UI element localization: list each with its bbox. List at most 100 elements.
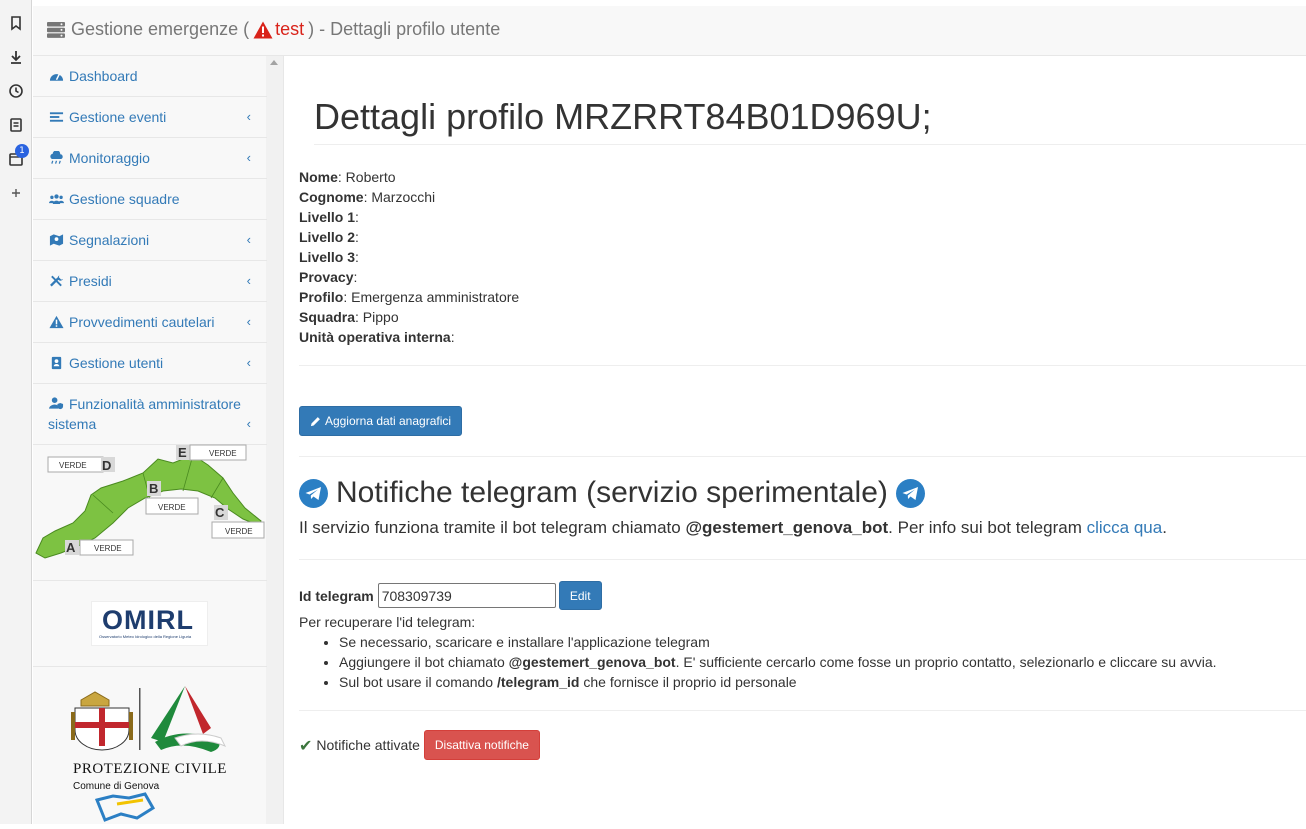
pc-subtitle: Comune di Genova: [73, 781, 160, 792]
title-suffix: ) - Dettagli profilo utente: [308, 19, 501, 39]
field-provacy: Provacy:: [299, 269, 358, 285]
bookmark-icon[interactable]: [5, 12, 27, 34]
update-divider: [299, 456, 1306, 457]
telegram-divider: [299, 559, 1306, 560]
telegram-section-title: Notifiche telegram (servizio sperimental…: [299, 476, 925, 510]
env-label: test: [275, 19, 305, 39]
chevron-left-icon: ‹: [246, 232, 251, 247]
sidebar-item-label: Funzionalità amministratore sistema: [48, 396, 241, 432]
instruction-step: Se necessario, scaricare e installare l'…: [339, 632, 1217, 652]
list-icon: [48, 110, 64, 124]
address-book-icon: [48, 356, 64, 370]
sidebar: Dashboard Gestione eventi ‹ Monitoraggio…: [33, 56, 284, 824]
chevron-left-icon: ‹: [246, 355, 251, 370]
sidebar-item-gestione-eventi[interactable]: Gestione eventi ‹: [33, 97, 267, 138]
zone-c-letter: C: [215, 505, 225, 520]
zone-e-letter: E: [178, 445, 187, 460]
field-nome: Nome: Roberto: [299, 169, 396, 185]
instruction-step: Sul bot usare il comando /telegram_id ch…: [339, 672, 1217, 692]
zone-d-letter: D: [102, 458, 111, 473]
zone-b-status: VERDE: [158, 503, 186, 512]
telegram-id-label: Id telegram: [299, 587, 374, 604]
sidebar-item-label: Gestione eventi: [69, 109, 167, 125]
liguria-alert-map[interactable]: VERDE D E VERDE B VERDE C VERDE A VERDE: [33, 443, 267, 581]
protezione-civile-emblem: PROTEZIONE CIVILE Comune di Genova: [71, 686, 226, 822]
field-profilo: Profilo: Emergenza amministratore: [299, 289, 520, 305]
sidebar-item-gestione-squadre[interactable]: Gestione squadre: [33, 179, 267, 220]
page-title: Dettagli profilo MRZRRT84B01D969U;: [314, 96, 932, 137]
tools-icon: [48, 274, 64, 288]
sidebar-item-monitoraggio[interactable]: Monitoraggio ‹: [33, 138, 267, 179]
users-icon: [48, 192, 64, 206]
sidebar-item-gestione-utenti[interactable]: Gestione utenti ‹: [33, 343, 267, 384]
field-livello-1: Livello 1:: [299, 209, 359, 225]
sidebar-item-label: Provvedimenti cautelari: [69, 314, 215, 330]
notification-status: Notifiche attivate: [316, 737, 420, 753]
notification-status-row: ✔ Notifiche attivate Disattiva notifiche: [299, 730, 540, 760]
disable-notifications-button[interactable]: Disattiva notifiche: [423, 730, 540, 760]
telegram-id-row: Id telegram Edit: [299, 581, 602, 610]
browser-side-toolbar: 1: [0, 0, 32, 824]
field-cognome: Cognome: Marzocchi: [299, 189, 436, 205]
user-shield-icon: [48, 396, 64, 410]
pencil-icon: [310, 416, 320, 426]
omirl-subtitle: Osservatorio Meteo Idrologico della Regi…: [99, 634, 192, 639]
zone-a-letter: A: [66, 540, 76, 555]
zone-e-status: VERDE: [209, 449, 237, 458]
sidebar-item-label: Presidi: [69, 273, 112, 289]
server-icon: [47, 21, 65, 38]
telegram-icon: [895, 478, 925, 508]
telegram-icon: [299, 478, 328, 508]
sidebar-scrollbar[interactable]: [266, 56, 283, 824]
zone-c-status: VERDE: [225, 527, 253, 536]
history-icon[interactable]: [5, 80, 27, 102]
sidebar-item-segnalazioni[interactable]: Segnalazioni ‹: [33, 220, 267, 261]
edit-button[interactable]: Edit: [558, 581, 602, 610]
sidebar-item-dashboard[interactable]: Dashboard: [33, 56, 267, 97]
details-divider: [299, 365, 1306, 366]
omirl-title: OMIRL: [102, 605, 194, 635]
notification-badge: 1: [15, 144, 29, 158]
zone-a-status: VERDE: [94, 544, 122, 553]
chevron-left-icon: ‹: [246, 273, 251, 288]
sidebar-item-label: Gestione squadre: [69, 191, 180, 207]
download-icon[interactable]: [5, 46, 27, 68]
omirl-logo: OMIRL Osservatorio Meteo Idrologico dell…: [91, 601, 208, 646]
map-marker-icon: [48, 233, 64, 247]
protezione-civile-logo[interactable]: PROTEZIONE CIVILE Comune di Genova: [33, 668, 267, 824]
app-title[interactable]: Gestione emergenze ( test ) - Dettagli p…: [47, 19, 500, 40]
field-livello-3: Livello 3:: [299, 249, 359, 265]
dashboard-icon: [48, 69, 64, 83]
top-navbar: Gestione emergenze ( test ) - Dettagli p…: [33, 0, 1306, 56]
sidebar-item-provvedimenti-cautelari[interactable]: Provvedimenti cautelari ‹: [33, 302, 267, 343]
sidebar-item-label: Dashboard: [69, 68, 138, 84]
warning-icon: [48, 315, 64, 329]
add-icon[interactable]: [5, 182, 27, 204]
info-link[interactable]: clicca qua: [1087, 518, 1163, 537]
liguria-map-image: VERDE D E VERDE B VERDE C VERDE A VERDE: [35, 444, 265, 559]
chevron-left-icon: ‹: [246, 150, 251, 165]
omirl-link[interactable]: OMIRL Osservatorio Meteo Idrologico dell…: [33, 582, 267, 667]
bot-name: @gestemert_genova_bot: [685, 518, 889, 537]
telegram-instructions: Per recuperare l'id telegram: Se necessa…: [299, 612, 1217, 692]
telegram-id-input[interactable]: [377, 583, 556, 608]
sidebar-item-funzionalita-amministratore[interactable]: Funzionalità amministratore sistema ‹: [33, 384, 267, 445]
profile-details: Nome: Roberto Cognome: Marzocchi Livello…: [299, 167, 519, 347]
zone-b-letter: B: [149, 481, 158, 496]
scroll-up-arrow[interactable]: [270, 60, 278, 65]
check-icon: ✔: [299, 735, 313, 755]
reading-list-icon[interactable]: [5, 114, 27, 136]
update-profile-button[interactable]: Aggiorna dati anagrafici: [299, 406, 462, 436]
sidebar-item-label: Gestione utenti: [69, 355, 164, 371]
zone-d-status: VERDE: [59, 461, 87, 470]
title-divider: [314, 144, 1306, 145]
chevron-left-icon: ‹: [246, 314, 251, 329]
field-squadra: Squadra: Pippo: [299, 309, 399, 325]
cloud-rain-icon: [48, 151, 64, 165]
title-prefix: Gestione emergenze (: [71, 19, 250, 39]
sidebar-nav: Dashboard Gestione eventi ‹ Monitoraggio…: [33, 56, 267, 445]
chevron-left-icon: ‹: [246, 416, 251, 431]
telegram-description: Il servizio funziona tramite il bot tele…: [299, 518, 1167, 537]
chevron-left-icon: ‹: [246, 109, 251, 124]
sidebar-item-presidi[interactable]: Presidi ‹: [33, 261, 267, 302]
